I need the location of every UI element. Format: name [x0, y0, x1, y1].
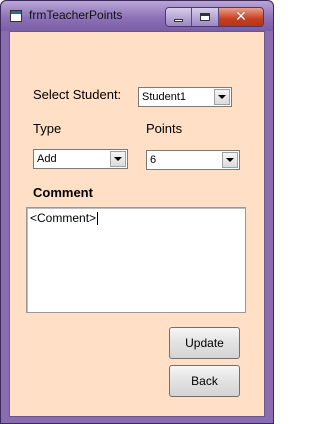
minimize-icon — [174, 18, 184, 22]
text-caret — [97, 212, 99, 226]
comment-textarea[interactable]: <Comment> — [26, 207, 246, 313]
window-icon[interactable] — [10, 10, 22, 22]
type-dropdown-value: Add — [37, 153, 57, 165]
chevron-down-icon[interactable] — [222, 152, 238, 168]
form-client-area: Select Student: Student1 Type Points Add… — [9, 31, 265, 417]
select-student-label: Select Student: — [33, 87, 122, 102]
close-icon: ✕ — [235, 9, 247, 25]
maximize-button[interactable] — [192, 8, 219, 26]
title-bar[interactable]: frmTeacherPoints ✕ — [1, 1, 273, 31]
points-label: Points — [146, 121, 183, 136]
app-window: frmTeacherPoints ✕ Select Student: Stude… — [0, 0, 274, 424]
type-dropdown[interactable]: Add — [33, 149, 128, 169]
points-dropdown-value: 6 — [150, 154, 157, 166]
student-dropdown-value: Student1 — [142, 91, 187, 103]
type-label: Type — [33, 121, 62, 136]
update-button[interactable]: Update — [169, 327, 240, 359]
points-dropdown[interactable]: 6 — [146, 150, 240, 170]
caption-buttons: ✕ — [165, 7, 264, 27]
student-dropdown[interactable]: Student1 — [138, 87, 232, 107]
back-button[interactable]: Back — [169, 365, 240, 397]
chevron-down-icon[interactable] — [110, 151, 126, 167]
comment-text: <Comment> — [30, 211, 97, 225]
window-title: frmTeacherPoints — [29, 8, 123, 22]
comment-label: Comment — [33, 185, 93, 200]
chevron-down-icon[interactable] — [214, 89, 230, 105]
minimize-button[interactable] — [166, 8, 193, 26]
close-button[interactable]: ✕ — [218, 8, 263, 26]
maximize-icon — [200, 13, 211, 21]
